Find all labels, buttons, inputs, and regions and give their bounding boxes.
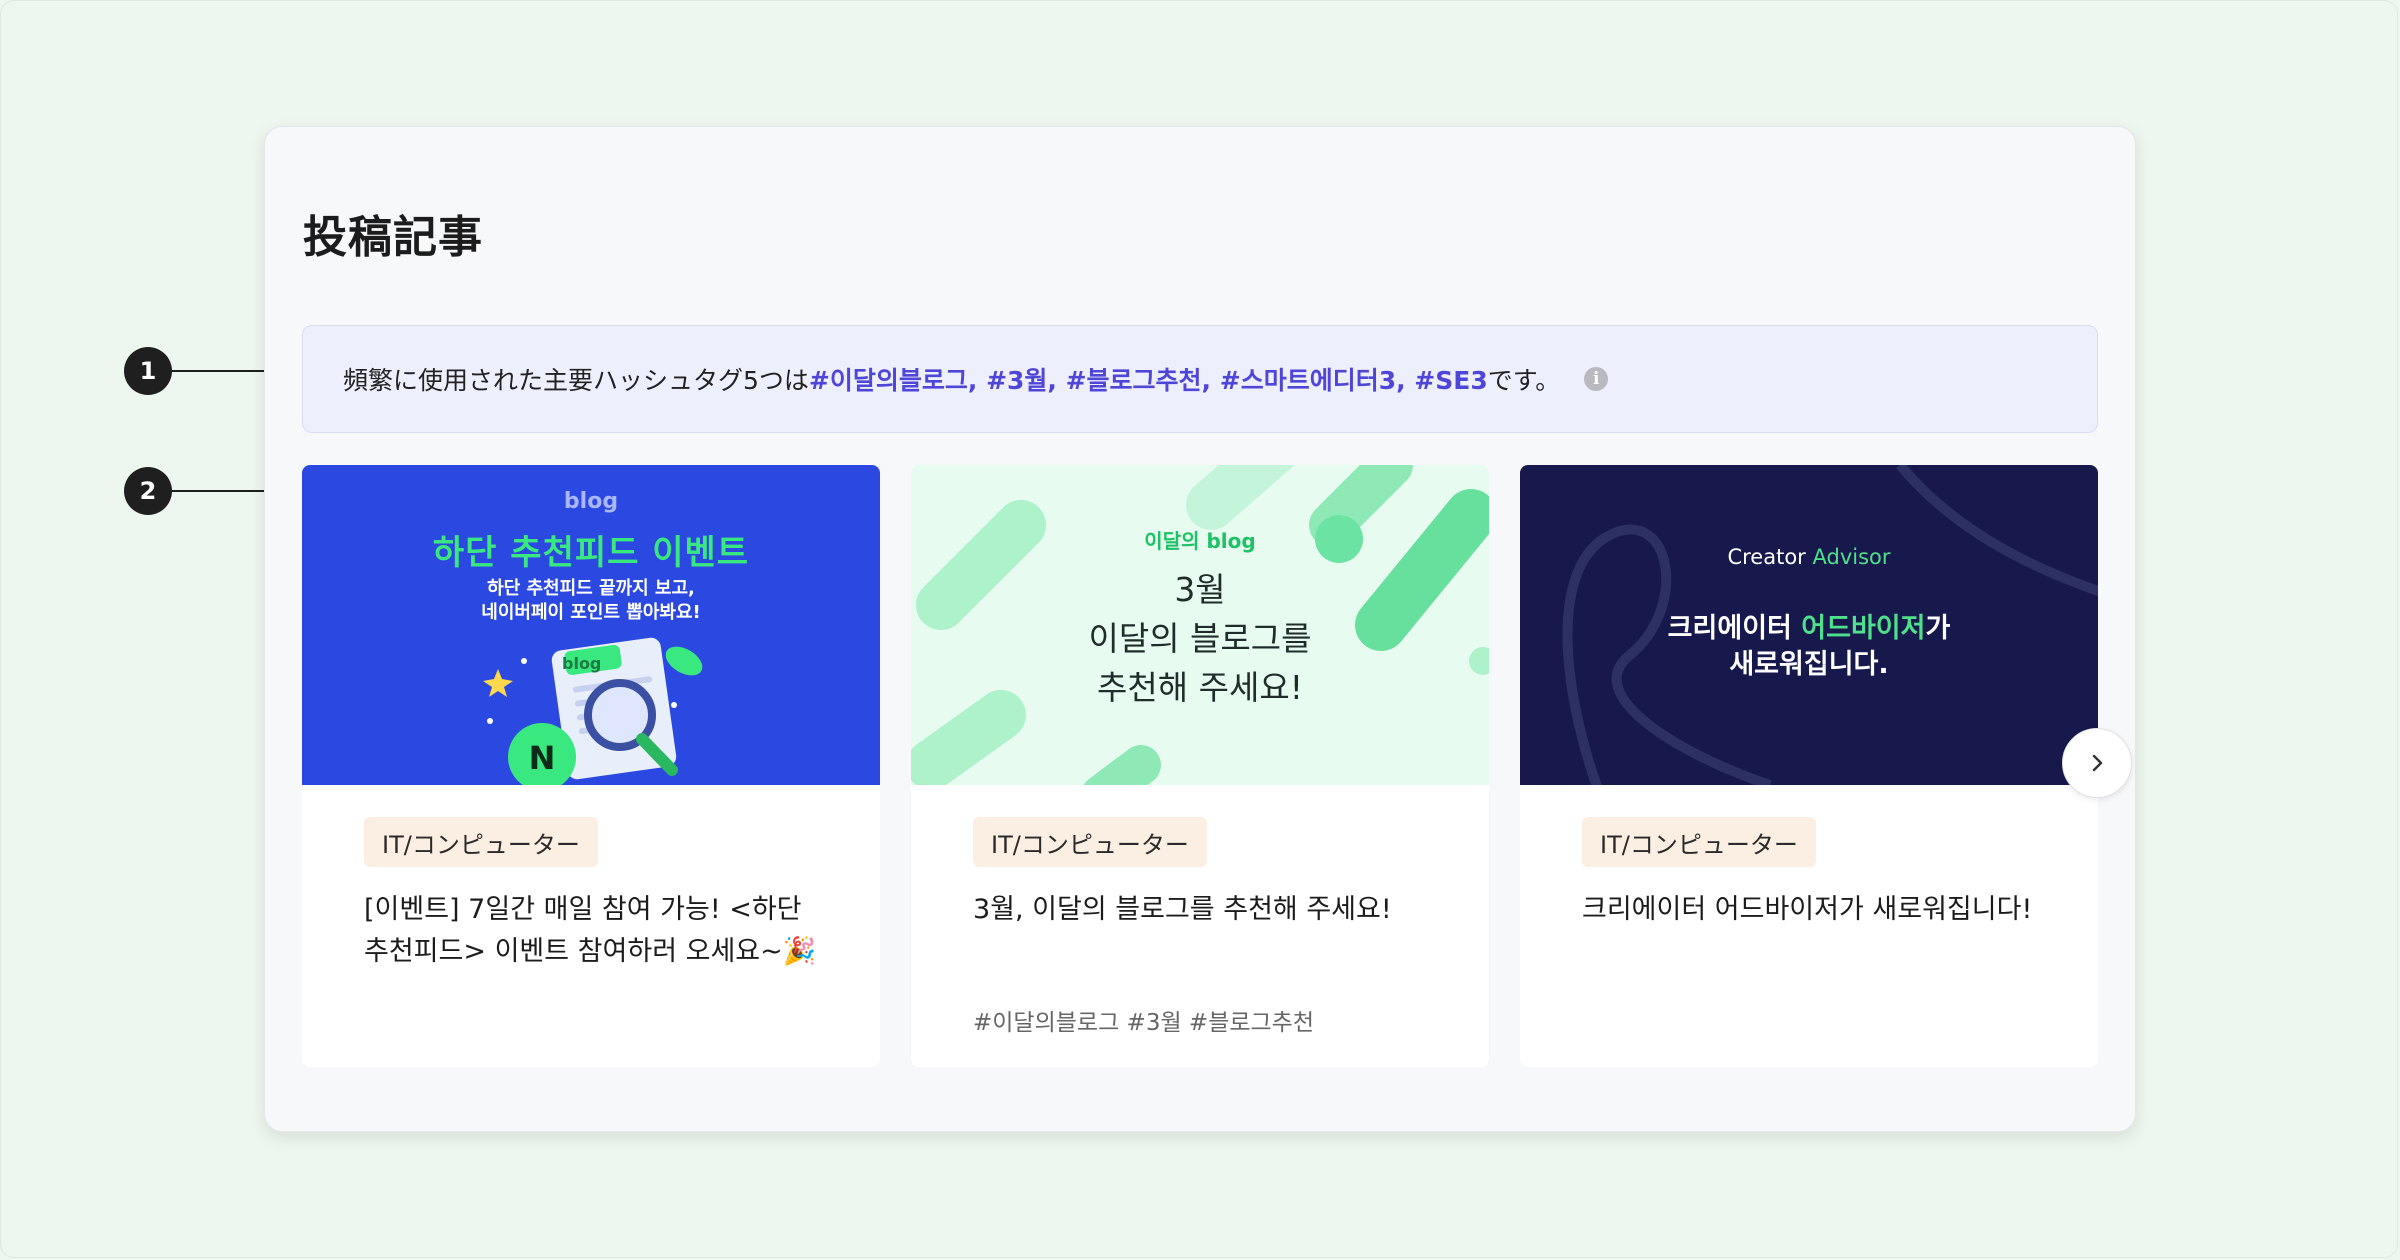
thumbnail-message: 3월 이달의 블로그를 추천해 주세요!: [911, 565, 1489, 712]
coin-letter: N: [529, 739, 556, 777]
callout-number: 1: [124, 347, 172, 395]
callout-2: 2: [124, 467, 280, 515]
article-tags[interactable]: #이달의블로그 #3월 #블로그추천: [973, 1003, 1314, 1037]
page-title: 投稿記事: [303, 212, 483, 263]
text-part: 어드바이저: [1801, 613, 1926, 644]
next-button[interactable]: [2062, 728, 2132, 798]
article-card[interactable]: 이달의 blog 3월 이달의 블로그를 추천해 주세요! IT/コンピューター…: [911, 465, 1489, 1067]
article-card[interactable]: Creator Advisor 크리에이터 어드바이저가 새로워집니다. IT/…: [1520, 465, 2098, 1067]
event-illustration: blog N: [483, 637, 703, 785]
callout-number: 2: [124, 467, 172, 515]
thumbnail-line: 새로워집니다.: [1729, 649, 1889, 680]
article-card[interactable]: blog 하단 추천피드 이벤트 하단 추천피드 끝까지 보고, 네이버페이 포…: [302, 465, 880, 1067]
posted-articles-panel: 投稿記事 頻繁に使用された主要ハッシュタグ5つは #이달의블로그, #3월, #블…: [264, 126, 2136, 1132]
sticker-text: blog: [562, 654, 601, 673]
thumbnail-line: 이달의 블로그를: [1088, 619, 1312, 658]
category-badge[interactable]: IT/コンピューター: [364, 817, 598, 867]
article-title[interactable]: 크리에이터 어드바이저가 새로워집니다!: [1582, 889, 2042, 931]
article-thumbnail[interactable]: Creator Advisor 크리에이터 어드바이저가 새로워집니다.: [1520, 465, 2098, 785]
hashtag-list[interactable]: #이달의블로그, #3월, #블로그추천, #스마트에디터3, #SE3: [809, 361, 1488, 397]
logo-part: Creator: [1727, 545, 1806, 569]
blog-of-month-logo: 이달의 blog: [1144, 529, 1256, 553]
article-title[interactable]: 3월, 이달의 블로그를 추천해 주세요!: [973, 889, 1433, 931]
article-thumbnail[interactable]: blog 하단 추천피드 이벤트 하단 추천피드 끝까지 보고, 네이버페이 포…: [302, 465, 880, 785]
text-part: 가: [1925, 613, 1951, 644]
hashtag-suffix: です。: [1487, 366, 1561, 395]
article-thumbnail[interactable]: 이달의 blog 3월 이달의 블로그를 추천해 주세요!: [911, 465, 1489, 785]
hashtag-prefix: 頻繁に使用された主要ハッシュタグ5つは: [343, 366, 809, 395]
category-badge[interactable]: IT/コンピューター: [1582, 817, 1816, 867]
callout-1: 1: [124, 347, 280, 395]
hashtag-summary: 頻繁に使用された主要ハッシュタグ5つは #이달의블로그, #3월, #블로그추천,…: [302, 325, 2098, 433]
creator-advisor-logo: Creator Advisor: [1520, 545, 2098, 569]
category-badge[interactable]: IT/コンピューター: [973, 817, 1207, 867]
info-icon[interactable]: i: [1584, 367, 1609, 391]
logo-part: Advisor: [1812, 545, 1891, 569]
thumbnail-line: 3월: [1174, 570, 1226, 609]
text-part: 크리에이터: [1667, 613, 1802, 644]
thumbnail-message: 크리에이터 어드바이저가 새로워집니다.: [1520, 611, 2098, 683]
chevron-right-icon: [2092, 754, 2103, 772]
thumbnail-line: 크리에이터 어드바이저가: [1520, 611, 2098, 647]
thumbnail-line: 추천해 주세요!: [1097, 668, 1303, 707]
article-title[interactable]: [이벤트] 7일간 매일 참여 가능! <하단 추천피드> 이벤트 참여하러 오…: [364, 889, 824, 973]
